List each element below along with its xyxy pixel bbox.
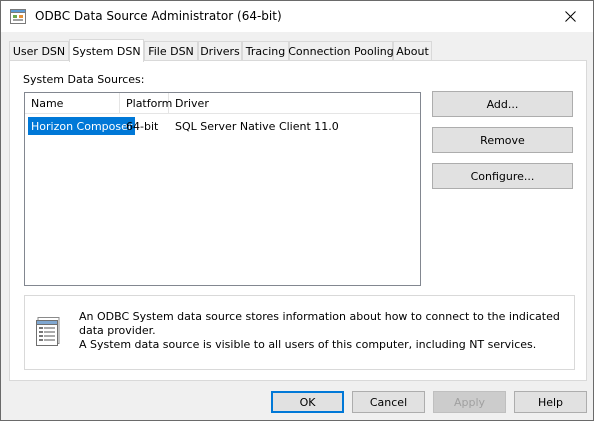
remove-button[interactable]: Remove xyxy=(432,127,573,153)
help-button[interactable]: Help xyxy=(514,391,587,413)
list-header: Name Platform Driver xyxy=(25,93,420,114)
item-driver: SQL Server Native Client 11.0 xyxy=(175,119,339,133)
list-item[interactable]: Horizon Composer 64-bit SQL Server Nativ… xyxy=(25,117,420,135)
title-bar: ODBC Data Source Administrator (64-bit) xyxy=(1,1,593,32)
apply-button[interactable]: Apply xyxy=(433,391,506,413)
odbc-admin-window: ODBC Data Source Administrator (64-bit) … xyxy=(0,0,594,421)
section-label: System Data Sources: xyxy=(23,73,145,86)
window-title: ODBC Data Source Administrator (64-bit) xyxy=(35,9,282,23)
close-button[interactable] xyxy=(547,1,593,31)
tab-tracing[interactable]: Tracing xyxy=(242,41,289,61)
tab-strip: User DSN System DSN File DSN Drivers Tra… xyxy=(9,39,587,62)
item-name: Horizon Composer xyxy=(28,117,136,135)
tab-connection-pooling[interactable]: Connection Pooling xyxy=(288,41,394,61)
tab-drivers[interactable]: Drivers xyxy=(198,41,242,61)
description-line-2: A System data source is visible to all u… xyxy=(79,338,537,351)
data-source-info-icon xyxy=(36,317,60,346)
column-header-name[interactable]: Name xyxy=(25,93,120,114)
column-header-platform[interactable]: Platform xyxy=(120,93,172,114)
ok-button[interactable]: OK xyxy=(271,391,344,413)
system-dsn-panel: System Data Sources: Name Platform Drive… xyxy=(9,60,587,381)
cancel-button[interactable]: Cancel xyxy=(352,391,425,413)
configure-button[interactable]: Configure... xyxy=(432,163,573,189)
description-line-1: An ODBC System data source stores inform… xyxy=(79,310,560,337)
tab-about[interactable]: About xyxy=(393,41,432,61)
column-header-driver[interactable]: Driver xyxy=(169,93,349,114)
data-source-list[interactable]: Name Platform Driver Horizon Composer 64… xyxy=(24,92,421,286)
tab-file-dsn[interactable]: File DSN xyxy=(144,41,198,61)
odbc-icon xyxy=(10,9,26,24)
tab-user-dsn[interactable]: User DSN xyxy=(9,41,69,61)
description-text: An ODBC System data source stores inform… xyxy=(79,310,569,352)
tab-system-dsn[interactable]: System DSN xyxy=(69,39,144,62)
item-platform: 64-bit xyxy=(126,119,159,133)
description-box: An ODBC System data source stores inform… xyxy=(24,295,575,370)
close-icon xyxy=(564,10,576,22)
add-button[interactable]: Add... xyxy=(432,91,573,117)
